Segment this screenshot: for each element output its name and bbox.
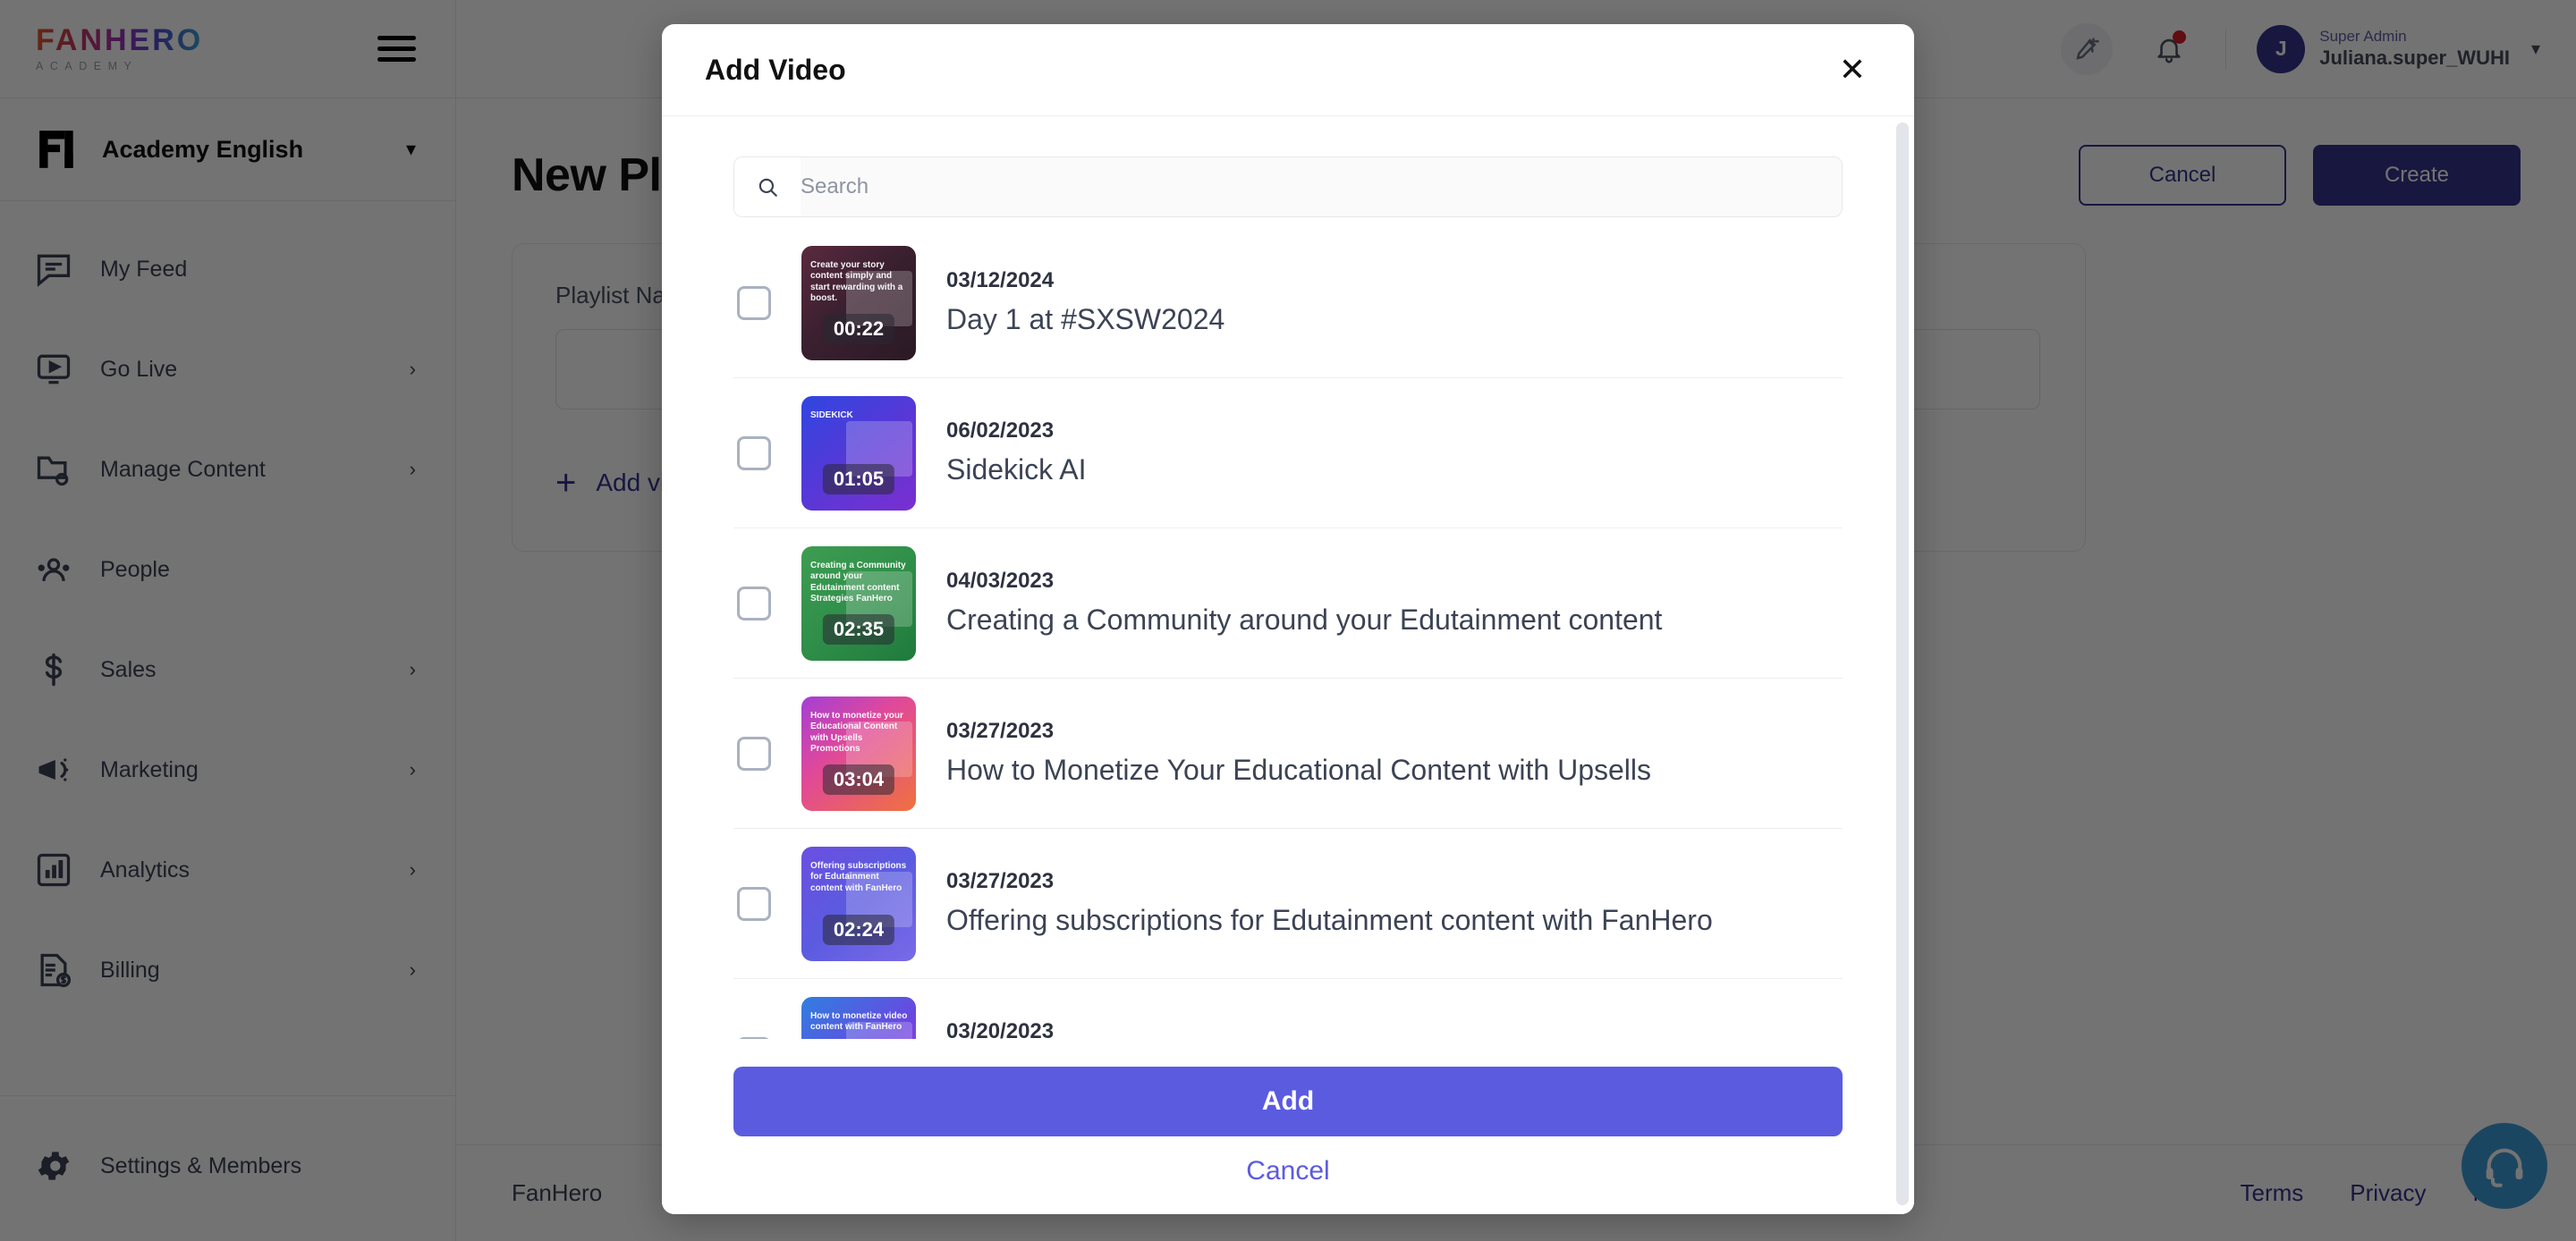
- search-row: [733, 116, 1843, 217]
- modal-scrollbar[interactable]: [1896, 122, 1909, 1205]
- video-meta: 03/12/2024 Day 1 at #SXSW2024: [946, 268, 1843, 336]
- video-date: 04/03/2023: [946, 569, 1055, 594]
- video-title: Creating a Community around your Edutain…: [946, 604, 1663, 637]
- modal-header: Add Video ✕: [662, 24, 1914, 116]
- video-row[interactable]: Create your story content simply and sta…: [733, 228, 1843, 378]
- video-thumbnail: Offering subscriptions for Edutainment c…: [801, 846, 916, 961]
- video-meta: 06/02/2023 Sidekick AI: [946, 418, 1843, 486]
- thumbnail-caption: SIDEKICK: [810, 409, 853, 420]
- duration-badge: 00:22: [822, 313, 895, 344]
- video-thumbnail: How to monetize your Educational Content…: [801, 696, 916, 811]
- video-title: Sidekick AI: [946, 453, 1087, 486]
- duration-badge: 01:05: [822, 463, 895, 494]
- video-date: 03/27/2023: [946, 869, 1055, 894]
- search-icon: [734, 157, 801, 216]
- video-date: 06/02/2023: [946, 418, 1055, 443]
- video-meta: 03/20/2023How to monetize video content …: [946, 1019, 1843, 1039]
- video-checkbox[interactable]: [737, 285, 771, 320]
- video-checkbox[interactable]: [737, 736, 771, 771]
- close-icon[interactable]: ✕: [1839, 54, 1866, 86]
- video-list: Create your story content simply and sta…: [733, 217, 1843, 1039]
- modal-footer: Add Cancel: [662, 1039, 1914, 1214]
- video-checkbox[interactable]: [737, 586, 771, 620]
- video-title: How to Monetize Your Educational Content…: [946, 754, 1651, 787]
- video-thumbnail: Creating a Community around your Edutain…: [801, 545, 916, 661]
- video-row[interactable]: Offering subscriptions for Edutainment c…: [733, 829, 1843, 979]
- video-checkbox[interactable]: [737, 1036, 771, 1039]
- video-row[interactable]: How to monetize your Educational Content…: [733, 679, 1843, 829]
- video-meta: 03/27/2023 Offering subscriptions for Edu…: [946, 869, 1843, 937]
- duration-badge: 02:24: [822, 914, 895, 945]
- add-button[interactable]: Add: [733, 1067, 1843, 1136]
- video-meta: 03/27/2023 How to Monetize Your Education…: [946, 719, 1843, 787]
- video-row[interactable]: How to monetize video content with FanHe…: [733, 979, 1843, 1039]
- duration-badge: 03:04: [822, 764, 895, 795]
- modal-cancel-button[interactable]: Cancel: [1246, 1156, 1329, 1186]
- video-thumbnail: SIDEKICK 01:05: [801, 395, 916, 511]
- video-title: Day 1 at #SXSW2024: [946, 303, 1225, 336]
- video-checkbox[interactable]: [737, 435, 771, 470]
- search-input[interactable]: [801, 157, 1842, 216]
- video-title: Offering subscriptions for Edutainment c…: [946, 904, 1713, 937]
- search-box[interactable]: [733, 156, 1843, 217]
- video-row[interactable]: Creating a Community around your Edutain…: [733, 528, 1843, 679]
- video-row[interactable]: SIDEKICK 01:05 06/02/2023 Sidekick AI: [733, 378, 1843, 528]
- video-date: 03/20/2023: [946, 1019, 1055, 1039]
- video-meta: 04/03/2023 Creating a Community around yo…: [946, 569, 1843, 637]
- video-thumbnail: Create your story content simply and sta…: [801, 245, 916, 360]
- modal-title: Add Video: [705, 53, 846, 86]
- add-video-modal: Add Video ✕ Create your story content si…: [662, 24, 1914, 1214]
- video-thumbnail: How to monetize video content with FanHe…: [801, 996, 916, 1039]
- video-checkbox[interactable]: [737, 886, 771, 921]
- video-date: 03/12/2024: [946, 268, 1055, 293]
- video-date: 03/27/2023: [946, 719, 1055, 744]
- modal-body: Create your story content simply and sta…: [662, 116, 1914, 1039]
- thumbnail-inset: [846, 1021, 912, 1039]
- duration-badge: 02:35: [822, 613, 895, 645]
